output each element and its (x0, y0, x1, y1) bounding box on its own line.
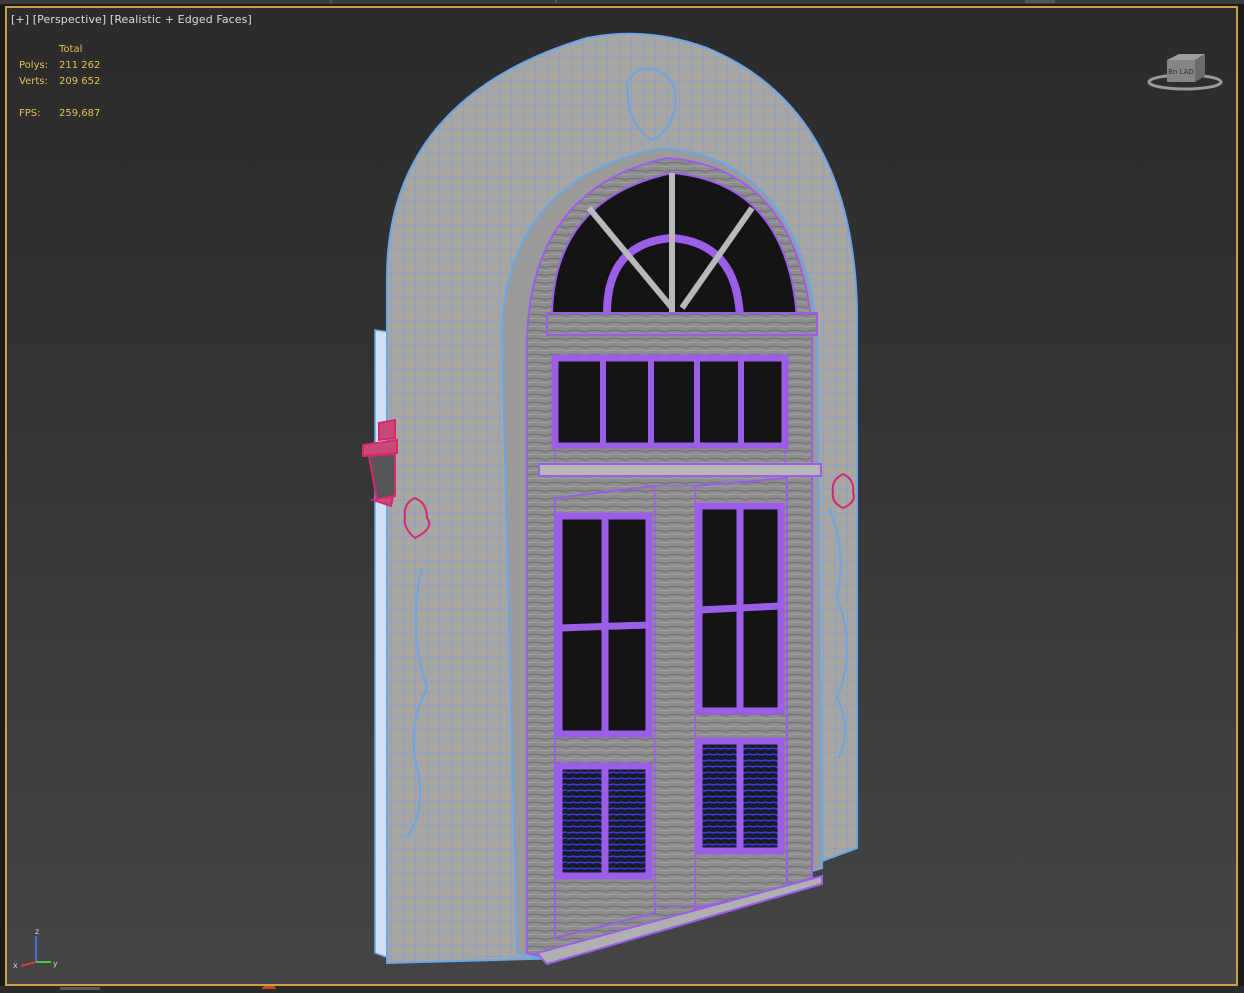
statistics-overlay: Total Polys: 211 262 Verts: 209 652 FPS: 25… (19, 42, 100, 122)
x-axis-line (20, 961, 37, 967)
timeline-strip[interactable] (0, 986, 1244, 993)
timeline-marker[interactable] (262, 986, 276, 989)
x-axis-label: x (13, 961, 18, 970)
time-slider[interactable] (60, 987, 100, 990)
verts-value: 209 652 (59, 76, 101, 87)
toolbar-divider (330, 0, 332, 3)
axis-tripod: z x y (13, 927, 58, 970)
fps-value: 259,687 (59, 108, 101, 119)
door-model-scene[interactable] (7, 8, 1236, 984)
door-center-stile (654, 485, 696, 907)
top-toolbar-strip (0, 0, 1244, 4)
viewport-label[interactable]: [+] [Perspective] [Realistic + Edged Fac… (11, 13, 252, 26)
viewport-menu-button[interactable]: [+] (11, 13, 29, 26)
verts-label: Verts: (19, 76, 48, 87)
polys-label: Polys: (19, 60, 49, 71)
toolbar-divider (1025, 0, 1055, 3)
viewport-view-menu[interactable]: [Perspective] (33, 13, 107, 26)
perspective-viewport[interactable]: [+] [Perspective] [Realistic + Edged Fac… (5, 6, 1238, 986)
transom-window (551, 354, 789, 450)
lintel-shelf (538, 463, 822, 477)
polys-value: 211 262 (59, 60, 101, 71)
toolbar-divider (555, 0, 557, 3)
wall-lantern (362, 418, 398, 508)
y-axis-label: y (53, 959, 58, 968)
viewcube[interactable]: Bn LAD (1147, 48, 1223, 92)
fps-label: FPS: (19, 108, 41, 119)
viewport-shading-menu[interactable]: [Realistic + Edged Faces] (110, 13, 252, 26)
stats-header: Total (59, 44, 83, 55)
viewcube-face-label: Bn LAD (1168, 68, 1194, 76)
transom-beam (546, 312, 818, 336)
z-axis-label: z (35, 927, 39, 936)
